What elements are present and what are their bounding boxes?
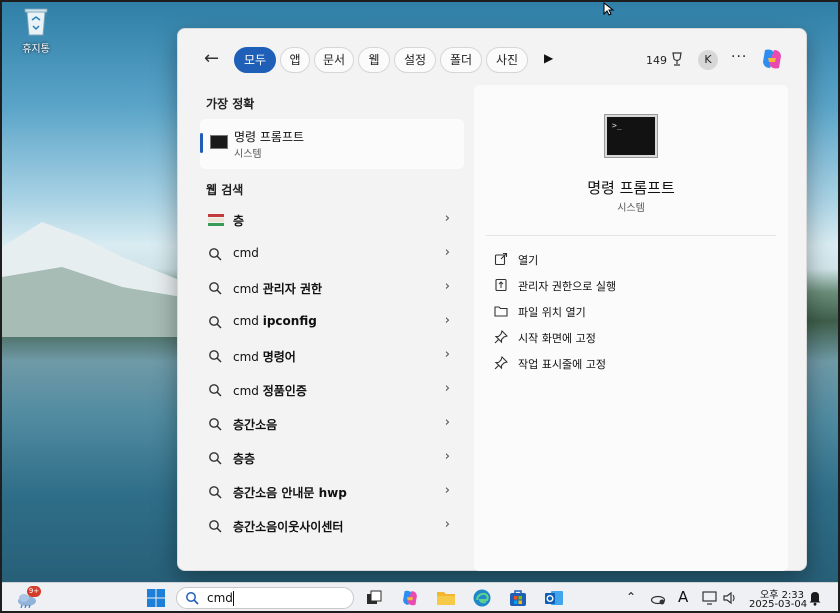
filter-tab-documents[interactable]: 문서 (314, 47, 354, 73)
best-match-type: 시스템 (234, 149, 262, 160)
search-icon (209, 248, 222, 261)
recycle-bin[interactable]: 휴지통 (12, 6, 60, 55)
web-result-item[interactable]: cmd 관리자 권한 › (200, 273, 464, 303)
chevron-right-icon[interactable]: › (445, 279, 450, 294)
recycle-bin-icon (24, 8, 48, 36)
pin-icon (494, 356, 508, 370)
back-arrow-icon[interactable]: ← (204, 49, 226, 69)
filter-tab-apps[interactable]: 앱 (280, 47, 310, 73)
filter-tab-photos[interactable]: 사진 (486, 47, 528, 73)
web-result-item[interactable]: cmd 명령어 › (200, 341, 464, 371)
filter-tab-settings[interactable]: 설정 (394, 47, 436, 73)
detail-title: 명령 프롬프트 (587, 179, 675, 197)
best-match-heading: 가장 정확 (206, 97, 255, 111)
best-match-item[interactable]: 명령 프롬프트 시스템 (200, 119, 464, 169)
web-result-item[interactable]: 층간소음 안내문 hwp › (200, 477, 464, 507)
search-icon (209, 282, 222, 295)
chevron-right-icon[interactable]: › (445, 245, 450, 260)
file-explorer-icon[interactable] (436, 588, 456, 608)
search-filter-bar: ← 모두 앱 문서 웹 설정 폴더 사진 ▶ 149 K ··· (178, 29, 808, 89)
selection-indicator (200, 133, 203, 153)
admin-shield-icon (495, 278, 507, 292)
taskbar-search-box[interactable]: cmd (176, 587, 354, 609)
divider (486, 235, 776, 236)
search-icon (209, 486, 222, 499)
task-view-icon[interactable] (364, 588, 384, 608)
more-options-icon[interactable]: ··· (731, 49, 747, 65)
search-icon (209, 384, 222, 397)
notification-bell-icon[interactable] (808, 590, 822, 606)
filter-tab-all[interactable]: 모두 (234, 47, 276, 73)
search-icon (209, 350, 222, 363)
filter-tab-folders[interactable]: 폴더 (440, 47, 482, 73)
edge-browser-icon[interactable] (472, 588, 492, 608)
search-icon (209, 418, 222, 431)
image-thumbnail-icon (208, 214, 224, 226)
action-run-as-admin[interactable]: 관리자 권한으로 실행 (494, 275, 754, 297)
web-result-item[interactable]: cmd 정품인증 › (200, 375, 464, 405)
detail-subtitle: 시스템 (617, 203, 645, 214)
text-caret (233, 591, 234, 606)
folder-icon (494, 306, 508, 317)
taskbar: 9+ cmd ⌃ A 오후 2:33 2025-03-04 (2, 582, 838, 611)
rewards-points[interactable]: 149 (646, 54, 667, 67)
search-results-list: 가장 정확 명령 프롬프트 시스템 웹 검색 층 › cmd › cmd 관리자… (178, 89, 473, 572)
command-prompt-large-icon: >_ (604, 114, 658, 158)
ime-language-indicator[interactable]: A (678, 588, 688, 606)
windows-start-icon[interactable] (146, 588, 166, 608)
web-result-item[interactable]: 층 › (200, 205, 464, 235)
action-pin-to-taskbar[interactable]: 작업 표시줄에 고정 (494, 353, 754, 375)
web-result-item[interactable]: 층간소음이웃사이센터 › (200, 511, 464, 541)
chevron-right-icon[interactable]: › (445, 313, 450, 328)
search-icon (209, 316, 222, 329)
onedrive-icon[interactable] (650, 590, 666, 606)
web-result-item[interactable]: cmd ipconfig › (200, 307, 464, 337)
show-hidden-icons-chevron-icon[interactable]: ⌃ (626, 590, 636, 604)
best-match-name: 명령 프롬프트 (234, 130, 305, 144)
pin-icon (494, 330, 508, 344)
more-filters-play-icon[interactable]: ▶ (544, 51, 553, 65)
search-icon (209, 520, 222, 533)
user-avatar[interactable]: K (698, 50, 718, 70)
chevron-right-icon[interactable]: › (445, 483, 450, 498)
microsoft-store-icon[interactable] (508, 588, 528, 608)
action-pin-to-start[interactable]: 시작 화면에 고정 (494, 327, 754, 349)
web-result-item[interactable]: 층층 › (200, 443, 464, 473)
copilot-taskbar-icon[interactable] (400, 588, 420, 608)
copilot-icon[interactable] (759, 46, 785, 72)
mouse-cursor-icon (603, 2, 615, 16)
chevron-right-icon[interactable]: › (445, 381, 450, 396)
clock-date[interactable]: 2025-03-04 (749, 599, 807, 610)
action-open[interactable]: 열기 (494, 249, 754, 271)
chevron-right-icon[interactable]: › (445, 347, 450, 362)
command-prompt-icon (210, 135, 228, 149)
web-result-item[interactable]: 층간소음 › (200, 409, 464, 439)
search-input-text: cmd (207, 591, 233, 605)
notification-badge: 9+ (27, 586, 41, 597)
search-icon (186, 592, 199, 605)
chevron-right-icon[interactable]: › (445, 449, 450, 464)
web-search-heading: 웹 검색 (206, 183, 244, 197)
action-open-file-location[interactable]: 파일 위치 열기 (494, 301, 754, 323)
rewards-trophy-icon[interactable] (670, 51, 684, 67)
filter-tab-web[interactable]: 웹 (358, 47, 390, 73)
chevron-right-icon[interactable]: › (445, 415, 450, 430)
result-detail-pane: >_ 명령 프롬프트 시스템 열기 관리자 권한으로 실행 파일 위치 열기 시… (474, 85, 788, 571)
start-search-panel: ← 모두 앱 문서 웹 설정 폴더 사진 ▶ 149 K ··· 가장 정확 명… (177, 28, 807, 571)
search-icon (209, 452, 222, 465)
outlook-icon[interactable] (544, 588, 564, 608)
volume-icon[interactable] (722, 590, 738, 606)
network-display-icon[interactable] (702, 590, 718, 606)
web-result-item[interactable]: cmd › (200, 239, 464, 269)
recycle-bin-label: 휴지통 (22, 44, 50, 55)
chevron-right-icon[interactable]: › (445, 517, 450, 532)
chevron-right-icon[interactable]: › (445, 211, 450, 226)
open-external-icon (494, 252, 508, 266)
